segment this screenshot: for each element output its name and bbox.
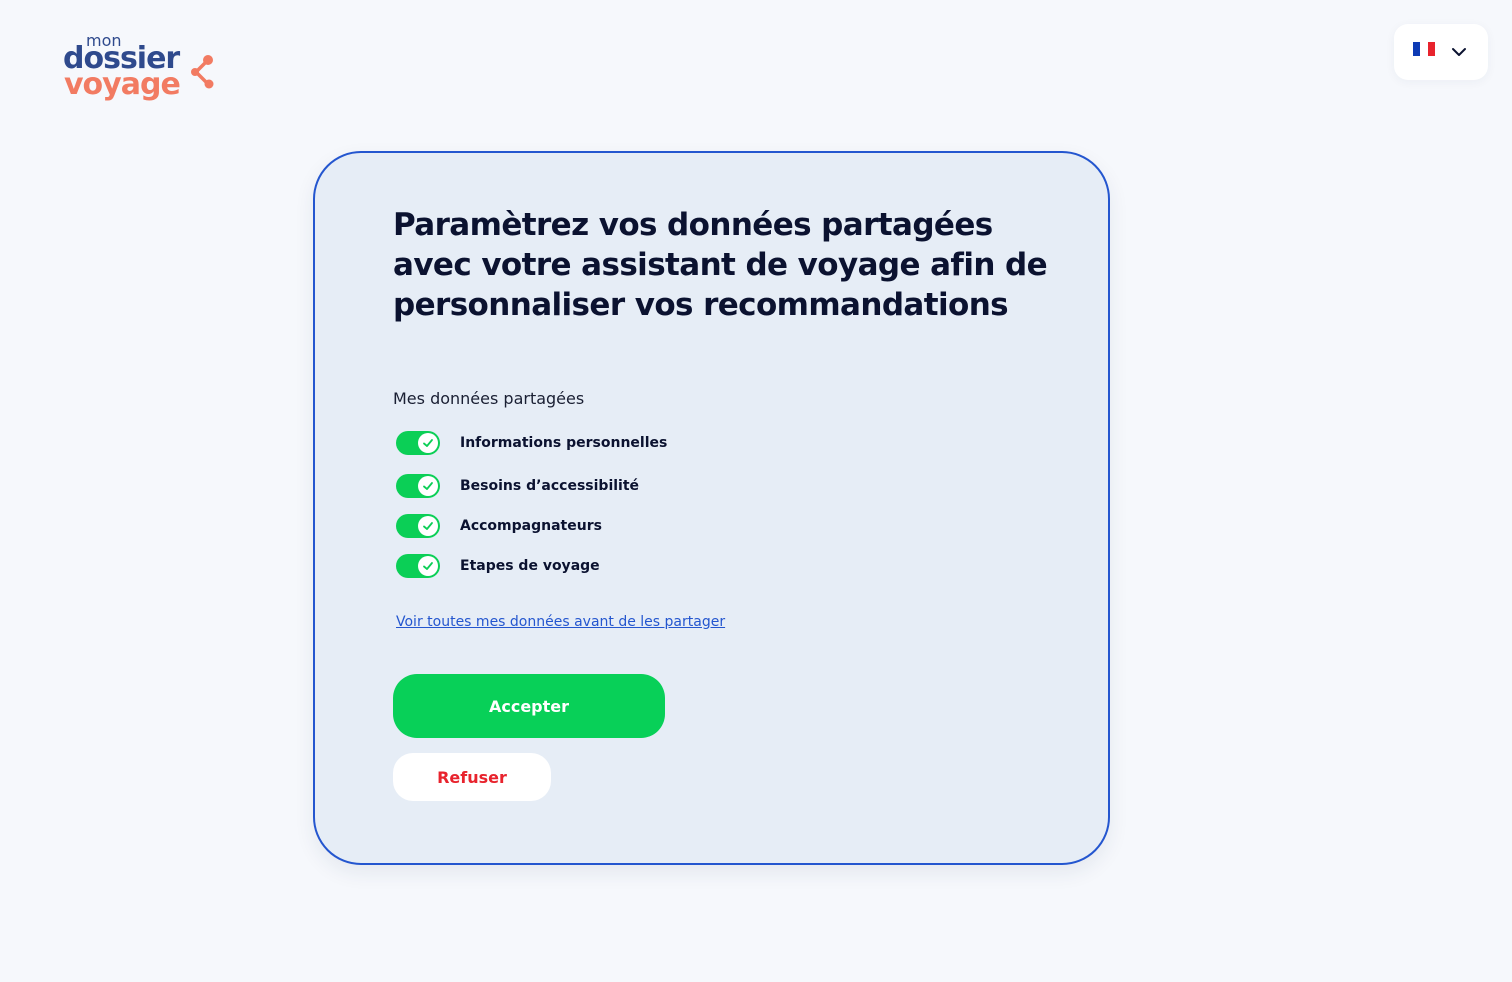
toggle-knob — [418, 476, 438, 496]
toggle-label-accessibility: Besoins d’accessibilité — [460, 478, 640, 494]
toggle-label-personal-info: Informations personnelles — [460, 435, 668, 451]
france-flag-icon — [1413, 42, 1435, 57]
logo-text-voyage: voyage — [64, 67, 181, 102]
shared-data-section-label: Mes données partagées — [393, 389, 585, 408]
chevron-down-icon — [1452, 48, 1466, 56]
check-icon — [423, 439, 433, 447]
check-icon — [423, 522, 433, 530]
check-icon — [423, 482, 433, 490]
toggle-label-companions: Accompagnateurs — [460, 518, 602, 534]
toggle-switch-accessibility[interactable] — [396, 474, 440, 498]
flag-stripe-red — [1427, 42, 1435, 57]
toggle-switch-personal-info[interactable] — [396, 431, 440, 455]
view-all-data-link[interactable]: Voir toutes mes données avant de les par… — [396, 614, 725, 630]
toggle-knob — [418, 433, 438, 453]
data-sharing-card: Paramètrez vos données partagées avec vo… — [313, 151, 1110, 865]
toggle-switch-trip-steps[interactable] — [396, 554, 440, 578]
toggle-row-companions: Accompagnateurs — [396, 514, 602, 538]
flag-stripe-white — [1420, 42, 1428, 57]
refuse-button[interactable]: Refuser — [393, 753, 551, 801]
toggle-knob — [418, 516, 438, 536]
brand-logo[interactable]: mon dossier voyage — [63, 32, 223, 104]
toggle-switch-companions[interactable] — [396, 514, 440, 538]
page-title: Paramètrez vos données partagées avec vo… — [393, 207, 1048, 323]
check-icon — [423, 562, 433, 570]
toggle-row-trip-steps: Etapes de voyage — [396, 554, 600, 578]
toggle-row-personal-info: Informations personnelles — [396, 431, 667, 455]
share-icon — [191, 55, 214, 89]
toggle-knob — [418, 556, 438, 576]
toggle-label-trip-steps: Etapes de voyage — [460, 558, 600, 574]
language-selector[interactable] — [1394, 24, 1488, 80]
flag-stripe-blue — [1413, 42, 1421, 57]
accept-button[interactable]: Accepter — [393, 674, 665, 738]
toggle-row-accessibility: Besoins d’accessibilité — [396, 474, 639, 498]
